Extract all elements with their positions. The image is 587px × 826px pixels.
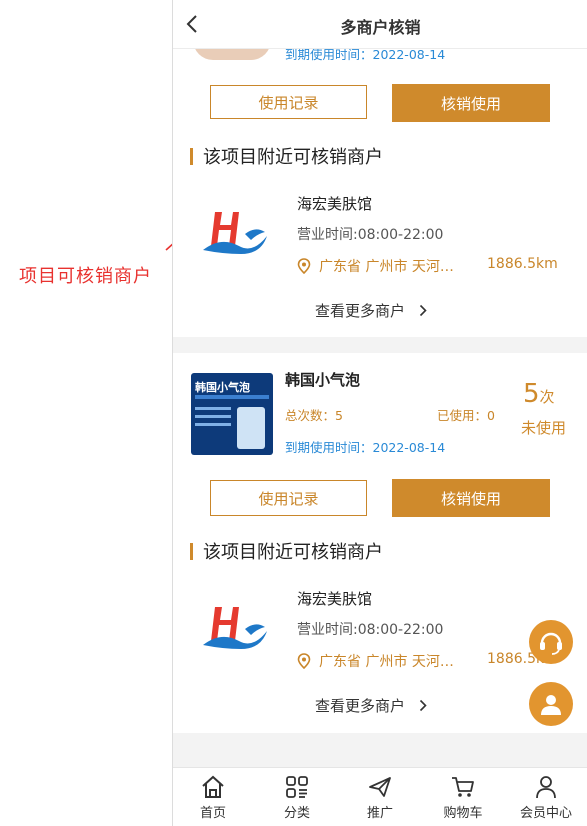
tab-home[interactable]: 首页 [183,768,243,826]
merchant-name[interactable]: 海宏美肤馆 [297,193,372,214]
merchant-hours: 营业时间:08:00-22:00 [297,227,444,243]
location-pin-icon [297,258,311,274]
section-bar [190,147,193,165]
product-name: 韩国小气泡 [285,371,361,389]
product-expiry: 到期使用时间：2022-08-14 [285,440,446,455]
section-bar [190,542,193,560]
user-icon [541,695,561,715]
nav-header: 多商户核销 [173,0,587,49]
chevron-right-icon [419,699,427,712]
merchant-location[interactable]: 广东省 广州市 天河… [297,651,454,671]
merchant-hours: 营业时间:08:00-22:00 [297,622,444,638]
profile-float-button[interactable] [529,682,573,726]
redeem-button[interactable]: 核销使用 [392,84,550,122]
bottom-tab-bar: 首页 分类 推广 购物车 会员中心 [173,767,587,826]
product-image[interactable]: 韩国小气泡 [191,373,273,455]
section-title: 该项目附近可核销商户 [190,538,383,564]
product-card-1: 到期使用时间：2022-08-14 使用记录 核销使用 该项目附近可核销商户 海… [173,0,587,337]
user-icon [536,776,556,799]
redeem-button[interactable]: 核销使用 [392,479,550,517]
usage-records-button[interactable]: 使用记录 [210,85,367,119]
merchant-location[interactable]: 广东省 广州市 天河… [297,256,454,276]
status-badge: 未使用 [521,419,567,437]
merchant-distance: 1886.5km [487,256,558,272]
usage-records-button[interactable]: 使用记录 [210,480,367,516]
phone-screen: 多商户核销 到期使用时间：2022-08-14 使用记录 核销使用 该项目附近可… [172,0,587,826]
send-icon [369,777,391,797]
tab-promote[interactable]: 推广 [350,768,410,826]
tab-cart[interactable]: 购物车 [433,768,493,826]
category-icon [286,776,308,798]
view-more-merchants-link[interactable]: 查看更多商户 [315,695,427,716]
product-card-2: 韩国小气泡 韩国小气泡 总次数：5 已使用：0 到期使用时间：2022-08-1… [173,353,587,733]
product-total-count: 总次数：5 [285,408,343,423]
headset-icon [540,632,562,655]
merchant-logo-icon[interactable] [201,601,271,657]
product-used-count: 已使用：0 [437,408,495,423]
view-more-merchants-link[interactable]: 查看更多商户 [315,300,427,321]
section-title: 该项目附近可核销商户 [190,143,383,169]
location-pin-icon [297,653,311,669]
merchant-name[interactable]: 海宏美肤馆 [297,588,372,609]
tab-category[interactable]: 分类 [267,768,327,826]
annotation-label: 项目可核销商户 [19,266,152,287]
cart-icon [452,777,474,797]
page-title: 多商户核销 [340,18,421,37]
merchant-logo-icon[interactable] [201,206,271,262]
chevron-right-icon [419,304,427,317]
remaining-count: 5次 [523,379,555,409]
tab-member-center[interactable]: 会员中心 [516,768,576,826]
customer-service-button[interactable] [529,620,573,664]
home-icon [202,775,224,798]
